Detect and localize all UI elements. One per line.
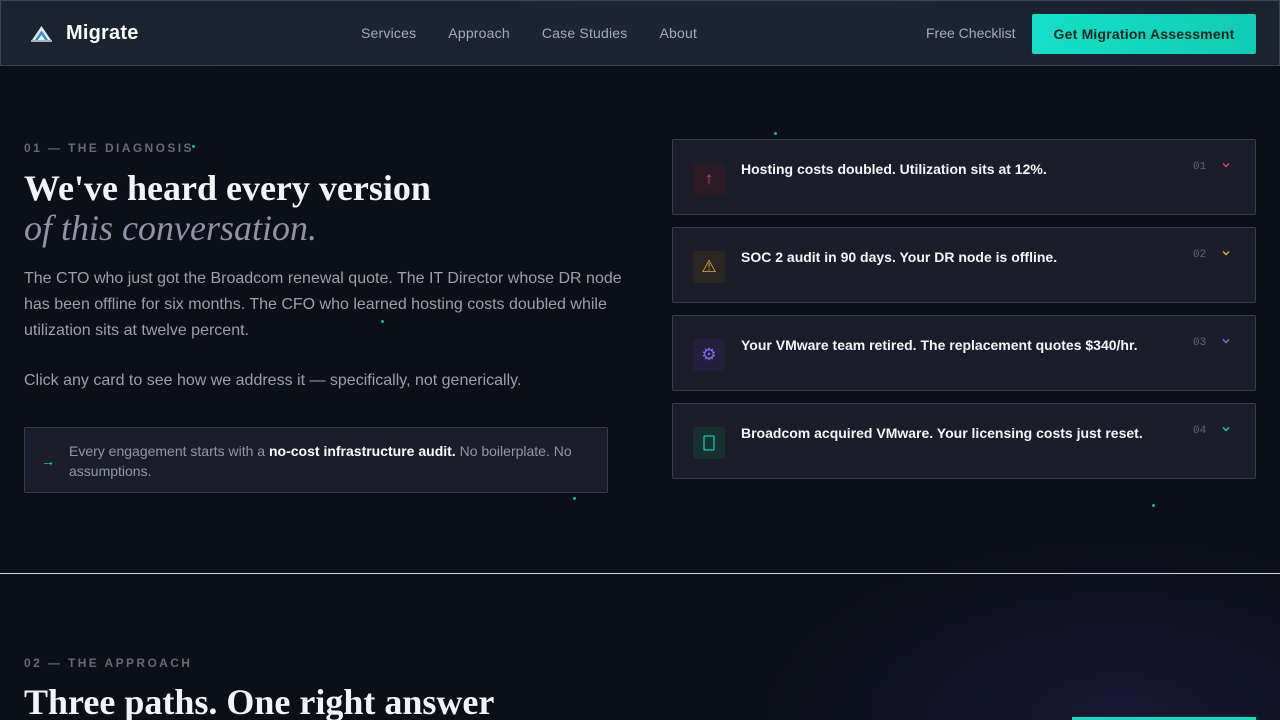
chevron-down-icon[interactable] (1221, 247, 1231, 261)
chevron-down-icon[interactable] (1221, 159, 1231, 173)
problem-card-04[interactable]: Broadcom acquired VMware. Your licensing… (672, 403, 1256, 479)
logo-icon (31, 26, 52, 42)
problem-card-03[interactable]: ⚙ Your VMware team retired. The replacem… (672, 315, 1256, 391)
problem-card-02[interactable]: ⚠ SOC 2 audit in 90 days. Your DR node i… (672, 227, 1256, 303)
diagnosis-heading: We've heard every version (24, 168, 431, 208)
brand-logo[interactable]: Migrate (29, 21, 139, 46)
arrow-up-icon: ↑ (693, 163, 725, 195)
chevron-down-icon[interactable] (1221, 335, 1231, 349)
nav-link-services[interactable]: Services (361, 25, 416, 41)
audit-highlight: no-cost infrastructure audit. (269, 443, 456, 459)
diagnosis-instruction: Click any card to see how we address it … (24, 372, 522, 389)
diagnosis-eyebrow: 01 — THE DIAGNOSIS (24, 141, 194, 155)
top-navbar: Migrate Services Approach Case Studies A… (0, 0, 1280, 66)
card-number: 04 (1193, 425, 1207, 437)
card-title: Your VMware team retired. The replacemen… (741, 337, 1138, 353)
card-title: SOC 2 audit in 90 days. Your DR node is … (741, 249, 1058, 265)
free-checklist-link[interactable]: Free Checklist (926, 25, 1015, 41)
decor-dot (1152, 504, 1155, 507)
page: Migrate Services Approach Case Studies A… (0, 0, 1280, 720)
nav-link-approach[interactable]: Approach (448, 25, 510, 41)
main-nav: Services Approach Case Studies About (361, 25, 697, 41)
gear-icon: ⚙ (693, 339, 725, 371)
get-assessment-button[interactable]: Get Migration Assessment (1032, 14, 1256, 54)
approach-eyebrow: 02 — THE APPROACH (24, 656, 193, 670)
card-number: 01 (1193, 161, 1207, 173)
approach-heading: Three paths. One right answer (24, 682, 495, 720)
diagnosis-heading-italic: of this conversation. (24, 208, 317, 248)
card-number: 03 (1193, 337, 1207, 349)
document-icon (693, 427, 725, 459)
warning-icon: ⚠ (693, 251, 725, 283)
section-divider (0, 573, 1280, 574)
card-title: Hosting costs doubled. Utilization sits … (741, 161, 1047, 177)
arrow-right-icon: → (41, 453, 55, 469)
chevron-down-icon[interactable] (1221, 423, 1231, 437)
diagnosis-paragraph: The CTO who just got the Broadcom renewa… (24, 270, 622, 339)
problem-card-01[interactable]: ↑ Hosting costs doubled. Utilization sit… (672, 139, 1256, 215)
decor-dot (774, 132, 777, 135)
brand-name: Migrate (66, 22, 139, 44)
nav-link-about[interactable]: About (660, 25, 698, 41)
decor-dot (573, 497, 576, 500)
card-number: 02 (1193, 249, 1207, 261)
nav-link-case-studies[interactable]: Case Studies (542, 25, 628, 41)
audit-callout-text: Every engagement starts with a no-cost i… (69, 443, 572, 479)
card-title: Broadcom acquired VMware. Your licensing… (741, 425, 1143, 441)
audit-callout: → Every engagement starts with a no-cost… (24, 427, 608, 493)
